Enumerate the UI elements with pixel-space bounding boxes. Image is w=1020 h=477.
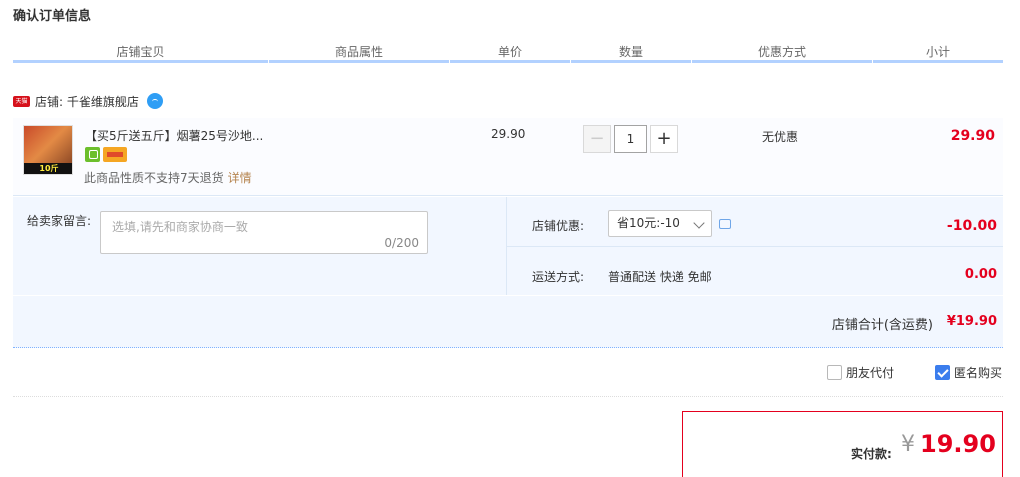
seller-message-label: 给卖家留言: — [27, 214, 92, 228]
column-header-discount: 优惠方式 — [757, 45, 806, 59]
shop-discount-label: 店铺优惠: — [532, 219, 585, 233]
shop-discount-value: -10.00 — [946, 218, 997, 234]
shop-total-value: ¥19.90 — [946, 314, 997, 329]
shipping-method-value: 普通配送 快递 免邮 — [608, 270, 712, 284]
product-title-link[interactable]: 【买5斤送五斤】烟薯25号沙地... — [85, 127, 270, 144]
message-char-count: 0/200 — [384, 236, 419, 250]
column-header-quantity: 数量 — [618, 45, 643, 59]
item-subtotal: 29.90 — [950, 128, 995, 144]
payment-amount: 19.90 — [920, 430, 996, 458]
divider — [13, 396, 1003, 397]
tmall-logo-icon: 天猫 — [13, 95, 30, 107]
shop-line: 天猫 店铺: 千雀维旗舰店 — [13, 92, 163, 110]
chevron-down-icon — [693, 217, 705, 229]
quantity-input[interactable]: 1 — [614, 125, 647, 153]
order-item-row: 10斤 【买5斤送五斤】烟薯25号沙地... 此商品性质不支持7天退货 详情 29… — [13, 118, 1003, 196]
message-placeholder: 选填,请先和商家协商一致 — [112, 220, 248, 234]
thumbnail-badge: 10斤 — [24, 163, 72, 174]
increase-quantity-button[interactable]: + — [650, 125, 678, 153]
unit-price: 29.90 — [491, 127, 526, 141]
header-underline — [450, 60, 570, 63]
column-header-attributes: 商品属性 — [334, 45, 383, 59]
anonymous-purchase-option[interactable]: 匿名购买 — [935, 364, 1002, 381]
order-options-panel: 给卖家留言: 选填,请先和商家协商一致 0/200 店铺优惠: 省10元:-10… — [13, 197, 1003, 295]
friend-pay-option[interactable]: 朋友代付 — [827, 364, 894, 381]
discount-method: 无优惠 — [762, 130, 799, 144]
header-underline — [692, 60, 872, 63]
chat-bubble-icon[interactable] — [146, 93, 163, 109]
quantity-stepper: − 1 + — [583, 125, 678, 154]
shipping-method-label: 运送方式: — [532, 270, 585, 284]
details-link[interactable]: 详情 — [228, 171, 252, 185]
payment-summary-box: 实付款: ¥ 19.90 — [682, 411, 1003, 477]
shipping-fee: 0.00 — [964, 267, 997, 282]
shop-total-bar: 店铺合计(含运费) ¥19.90 — [13, 296, 1003, 348]
shop-discount-selected: 省10元:-10 — [617, 216, 680, 230]
header-underline — [13, 60, 268, 63]
decrease-quantity-button[interactable]: − — [583, 125, 611, 153]
anonymous-purchase-checkbox[interactable] — [935, 365, 950, 380]
return-policy-note: 此商品性质不支持7天退货 详情 — [84, 169, 252, 186]
seller-message-textarea[interactable]: 选填,请先和商家协商一致 0/200 — [100, 211, 428, 254]
comment-icon[interactable] — [719, 219, 731, 229]
return-policy-text: 此商品性质不支持7天退货 — [84, 171, 224, 185]
friend-pay-checkbox[interactable] — [827, 365, 842, 380]
shop-name[interactable]: 店铺: 千雀维旗舰店 — [35, 93, 139, 110]
divider — [507, 246, 1003, 247]
page-title: 确认订单信息 — [13, 9, 92, 24]
shop-total-label: 店铺合计(含运费) — [831, 318, 933, 333]
friend-pay-label[interactable]: 朋友代付 — [846, 364, 894, 381]
column-header-shop-item: 店铺宝贝 — [116, 45, 165, 59]
product-thumbnail[interactable]: 10斤 — [23, 125, 73, 175]
header-underline — [873, 60, 1003, 63]
anonymous-purchase-label[interactable]: 匿名购买 — [954, 364, 1002, 381]
currency-symbol: ¥ — [901, 432, 915, 457]
column-header-subtotal: 小计 — [925, 45, 950, 59]
column-header-unit-price: 单价 — [497, 45, 522, 59]
service-guarantee-icon[interactable] — [85, 147, 100, 162]
credit-card-icon[interactable] — [103, 147, 127, 162]
header-underline — [571, 60, 691, 63]
shop-discount-select[interactable]: 省10元:-10 — [608, 210, 712, 237]
payment-label: 实付款: — [851, 447, 892, 461]
header-underline — [269, 60, 449, 63]
